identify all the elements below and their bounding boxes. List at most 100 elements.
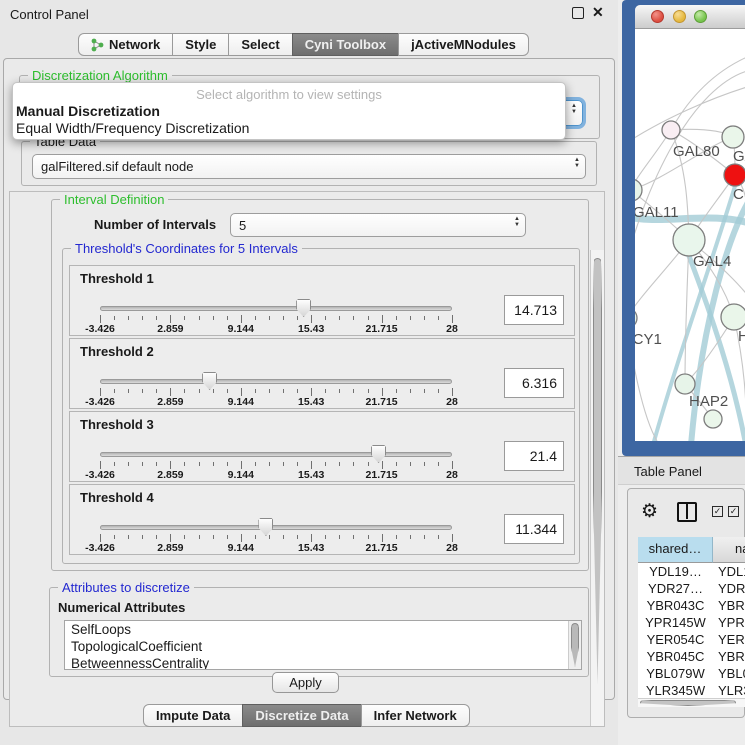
scrollbar-thumb[interactable] [593,258,602,684]
network-canvas[interactable]: GAL80GACGAL11GAL4GCY1HHAP2 [635,29,745,441]
network-icon [91,38,104,52]
scrollbar-thumb[interactable] [640,700,736,706]
algorithm-hint: Select algorithm to view settings [13,87,565,102]
table-row[interactable]: YBR043CYBR0 [638,597,745,614]
table-row[interactable]: YDR27…YDR2 [638,580,745,597]
close-traffic-icon[interactable] [651,10,664,23]
bottom-tab-bar: Impute DataDiscretize Data Infer Network [143,704,470,727]
algorithm-option-manual-discretization[interactable]: Manual Discretization [16,103,160,119]
tab-infer-network[interactable]: Infer Network [361,704,470,727]
slider-tick-labels: -3.4262.8599.14415.4321.71528 [100,396,452,408]
threshold-slider[interactable]: -3.4262.8599.14415.4321.71528 [98,292,454,336]
threshold-slider[interactable]: -3.4262.8599.14415.4321.71528 [98,438,454,482]
cell-name: YLR3 [713,682,745,698]
threshold-row-3: Threshold 3-3.4262.8599.14415.4321.71528… [69,411,575,482]
slider-track[interactable] [100,452,452,457]
node-label-c: C [733,186,744,203]
node-attribute-table[interactable]: shared… na YDL19…YDL1YDR27…YDR2YBR043CYB… [638,537,745,698]
cell-shared-name: YDR27… [638,580,713,597]
interval-definition-title: Interval Definition [60,192,168,207]
node-selected[interactable] [724,164,745,186]
slider-tick-labels: -3.4262.8599.14415.4321.71528 [100,469,452,481]
table-data-group: Table Data galFiltered.sif default node … [21,141,597,186]
node-right-h[interactable] [721,304,745,330]
threshold-slider[interactable]: -3.4262.8599.14415.4321.71528 [98,365,454,409]
top-tab-bar: NetworkStyleSelectCyni ToolboxjActiveMNo… [78,33,529,56]
cyni-toolbox-panel: Discretization Algorithm ▲▼ Table Data g… [3,58,615,700]
column-header-name[interactable]: na [713,537,745,563]
slider-ticks [100,387,452,396]
cell-shared-name: YBR045C [638,648,713,665]
float-window-icon[interactable] [572,7,584,19]
gear-icon[interactable]: ⚙ [641,500,658,523]
checkbox-icon[interactable]: ✓ [728,506,739,517]
zoom-traffic-icon[interactable] [694,10,707,23]
threshold-value-field[interactable]: 14.713 [504,295,564,325]
cell-name: YBL0 [713,665,745,682]
attributes-list[interactable]: SelfLoopsTopologicalCoefficientBetweenne… [64,620,582,670]
threshold-value-field[interactable]: 6.316 [504,368,564,398]
slider-track[interactable] [100,306,452,311]
tab-network[interactable]: Network [78,33,173,56]
table-header-row: shared… na [638,537,745,563]
algorithm-option-equal-width-frequency-discretization[interactable]: Equal Width/Frequency Discretization [16,120,249,136]
thresholds-group-title: Threshold's Coordinates for 5 Intervals [71,241,302,256]
apply-button[interactable]: Apply [272,672,339,693]
table-row[interactable]: YPR145WYPR1 [638,614,745,631]
numerical-attributes-label: Numerical Attributes [58,600,185,615]
num-intervals-select[interactable]: 5 ▲▼ [230,213,526,237]
table-row[interactable]: YBR045CYBR0 [638,648,745,665]
node-gcy1[interactable] [635,308,637,328]
threshold-row-1: Threshold 1-3.4262.8599.14415.4321.71528… [69,265,575,336]
node-top-right[interactable] [722,126,744,148]
attributes-list-scrollbar[interactable] [568,621,581,669]
cell-name: YPR1 [713,614,745,631]
settings-scrollbar[interactable] [590,250,604,726]
threshold-slider[interactable]: -3.4262.8599.14415.4321.71528 [98,511,454,555]
num-intervals-label: Number of Intervals [94,217,216,232]
algorithm-group-title: Discretization Algorithm [28,68,172,83]
node-label-hap2: HAP2 [689,393,728,410]
tab-label: Infer Network [374,705,457,726]
tab-style[interactable]: Style [172,33,229,56]
table-row[interactable]: YLR345WYLR3 [638,682,745,698]
slider-ticks [100,460,452,469]
close-icon[interactable]: ✕ [592,4,604,21]
threshold-value-field[interactable]: 21.4 [504,441,564,471]
network-window-titlebar[interactable] [635,5,745,29]
slider-track[interactable] [100,525,452,530]
attribute-item-betweennesscentrality[interactable]: BetweennessCentrality [65,655,581,670]
tab-cyni-toolbox[interactable]: Cyni Toolbox [292,33,399,56]
table-row[interactable]: YBL079WYBL0 [638,665,745,682]
table-row[interactable]: YER054CYER0 [638,631,745,648]
scrollbar-thumb[interactable] [571,623,579,667]
panel-title: Control Panel [10,7,89,22]
cell-name: YDL1 [713,563,745,580]
attribute-item-topologicalcoefficient[interactable]: TopologicalCoefficient [65,638,581,655]
table-data-select[interactable]: galFiltered.sif default node ▲▼ [32,154,586,179]
threshold-value-field[interactable]: 11.344 [504,514,564,544]
table-data-value: galFiltered.sif default node [41,159,193,174]
cell-shared-name: YBL079W [638,665,713,682]
node-gal4[interactable] [673,224,705,256]
node-gal80[interactable] [662,121,680,139]
table-horizontal-scrollbar[interactable] [638,698,745,707]
node-hap2[interactable] [675,374,695,394]
column-header-shared-name[interactable]: shared… [638,537,713,563]
tab-discretize-data[interactable]: Discretize Data [242,704,361,727]
minimize-traffic-icon[interactable] [673,10,686,23]
table-body: YDL19…YDL1YDR27…YDR2YBR043CYBR0YPR145WYP… [638,563,745,698]
tab-select[interactable]: Select [228,33,292,56]
slider-tick-labels: -3.4262.8599.14415.4321.71528 [100,323,452,335]
node-bottom[interactable] [704,410,722,428]
tab-impute-data[interactable]: Impute Data [143,704,243,727]
tab-jactivemnodules[interactable]: jActiveMNodules [398,33,529,56]
slider-track[interactable] [100,379,452,384]
table-row[interactable]: YDL19…YDL1 [638,563,745,580]
control-panel: Control Panel ✕ NetworkStyleSelectCyni T… [0,0,618,745]
column-layout-icon[interactable] [677,502,697,522]
node-label-gal11: GAL11 [635,204,679,221]
attribute-item-selfloops[interactable]: SelfLoops [65,621,581,638]
node-label-h: H [738,328,745,345]
checkbox-icon[interactable]: ✓ [712,506,723,517]
